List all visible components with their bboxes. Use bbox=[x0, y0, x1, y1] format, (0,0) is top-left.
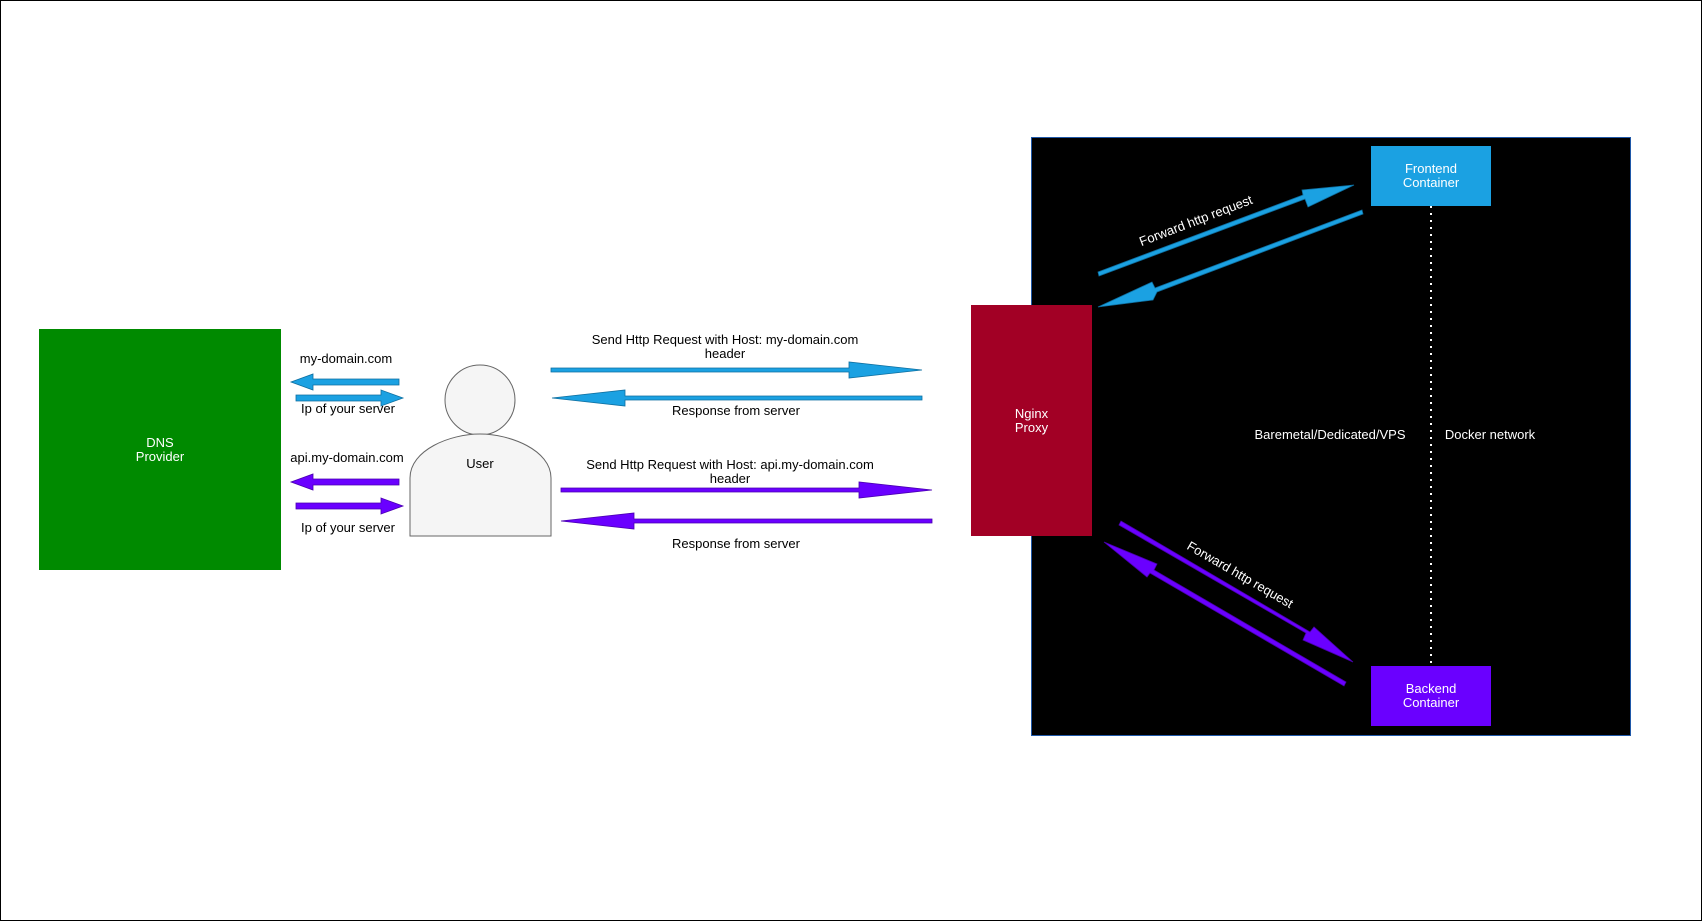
dns-ip-api-label: Ip of your server bbox=[301, 520, 395, 535]
request-api-label: Send Http Request with Host: api.my-doma… bbox=[586, 457, 874, 486]
dns-ip-main-label: Ip of your server bbox=[301, 401, 395, 416]
user-icon[interactable] bbox=[409, 364, 552, 537]
diagram-canvas: DNS Provider Nginx Proxy Frontend Contai… bbox=[0, 0, 1702, 921]
user-label: User bbox=[466, 456, 494, 471]
response-api-label: Response from server bbox=[672, 536, 800, 551]
dns-domain-main-label: my-domain.com bbox=[299, 351, 393, 366]
baremetal-label: Baremetal/Dedicated/VPS bbox=[1254, 427, 1406, 442]
dns-query-main-arrow bbox=[289, 373, 400, 391]
docker-network-label: Docker network bbox=[1444, 427, 1536, 442]
dns-reply-api-arrow bbox=[295, 497, 405, 515]
request-main-arrow bbox=[550, 361, 923, 379]
dns-domain-api-label: api.my-domain.com bbox=[290, 450, 404, 465]
request-main-label: Send Http Request with Host: my-domain.c… bbox=[591, 332, 859, 361]
response-api-arrow bbox=[560, 512, 933, 530]
dns-query-api-arrow bbox=[289, 473, 400, 491]
forward-backend-arrow bbox=[1118, 520, 1354, 663]
response-main-label: Response from server bbox=[672, 403, 800, 418]
